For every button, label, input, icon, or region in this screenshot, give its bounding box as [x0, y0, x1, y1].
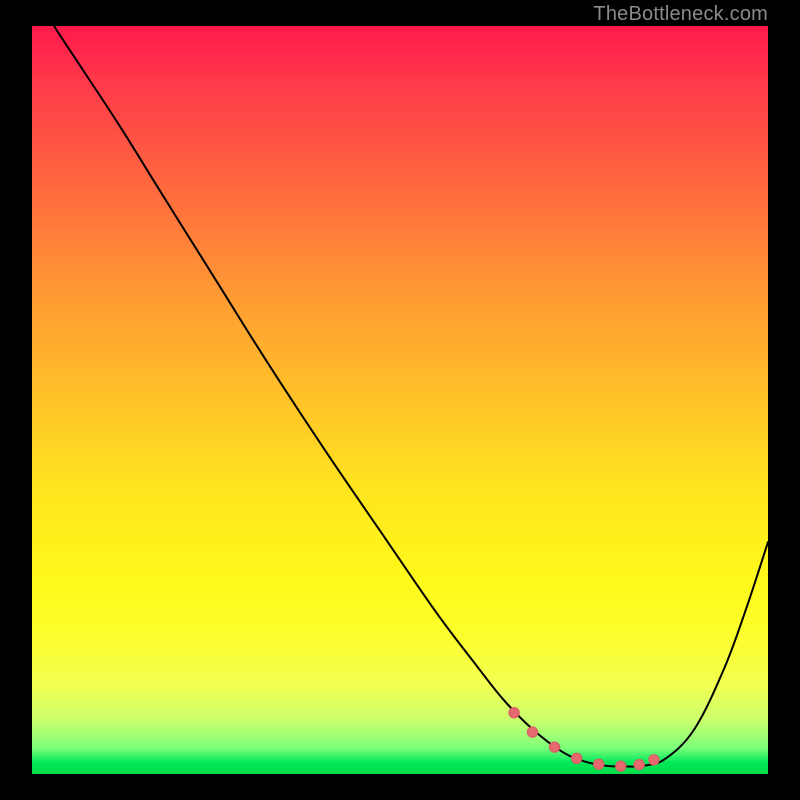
marker-dot — [649, 755, 659, 765]
marker-dot — [509, 707, 519, 717]
bottleneck-curve — [32, 26, 768, 767]
marker-dot — [527, 727, 537, 737]
marker-dot — [634, 759, 644, 769]
marker-dot — [549, 742, 559, 752]
watermark-text: TheBottleneck.com — [593, 3, 768, 26]
chart-frame: TheBottleneck.com — [0, 0, 800, 800]
marker-dot — [616, 761, 626, 771]
plot-area — [32, 26, 768, 774]
chart-svg — [32, 26, 768, 774]
marker-dot — [571, 753, 581, 763]
marker-dot — [594, 759, 604, 769]
